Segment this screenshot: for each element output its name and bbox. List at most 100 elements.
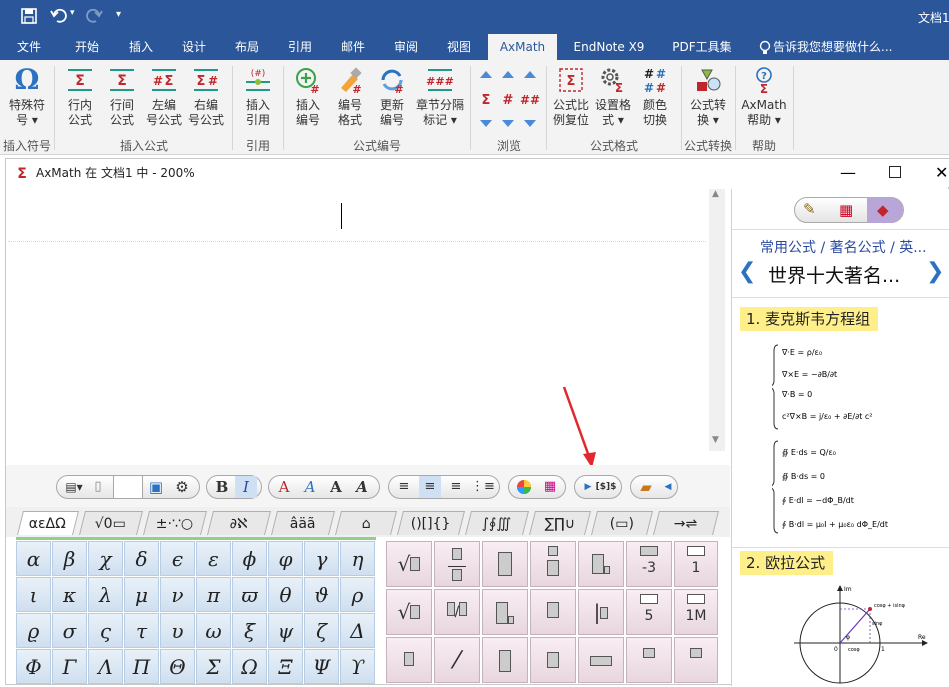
insert-number-button[interactable]: # 插入 编号 [286,66,330,128]
euler-diagram[interactable]: Im Re cosφ + isinφ sinφ cosφ φ 1 0 [790,583,930,687]
maxwell-equations[interactable]: ∇·E = ρ/ε₀ ∇×E = −∂B/∂t ∇·B = 0 c²∇×B = … [772,341,942,537]
greek-symbol-button[interactable]: σ [52,613,87,648]
close-button[interactable]: ✕ [935,159,948,187]
tab-references[interactable]: 引用 [279,34,321,60]
greek-symbol-button[interactable]: ϑ [304,577,339,612]
greek-symbol-button[interactable]: ϵ [160,541,195,576]
template-superscript[interactable] [530,541,576,587]
greek-symbol-button[interactable]: λ [88,577,123,612]
template-box[interactable] [482,541,528,587]
template-slash-fraction[interactable]: / [434,589,480,635]
brush-icon[interactable]: ✎ [803,200,816,218]
font-bold-italic-a-button[interactable]: A [351,476,373,498]
greek-symbol-button[interactable]: ω [196,613,231,648]
template-under-over[interactable] [530,589,576,635]
greek-symbol-button[interactable]: ι [16,577,51,612]
greek-symbol-button[interactable]: μ [124,577,159,612]
template-box-sub[interactable] [530,637,576,683]
color-switch-button[interactable]: # # # # 颜色 切换 [633,66,677,128]
tab-brackets[interactable]: ()[]{} [397,511,465,535]
greek-symbol-button[interactable]: υ [160,613,195,648]
tell-me-search[interactable]: 告诉我您想要做什么... [773,34,903,60]
template-nth-root[interactable]: √ [386,589,432,635]
tab-operators[interactable]: ±·∵○ [143,511,207,535]
greek-symbol-button[interactable]: Λ [88,649,123,684]
greek-symbol-button[interactable]: β [52,541,87,576]
prev-arrow-icon[interactable]: ❮ [738,259,756,284]
greek-symbol-button[interactable]: ϖ [232,577,267,612]
scroll-up-icon[interactable]: ▲ [712,189,719,199]
tab-pdf-tools[interactable]: PDF工具集 [662,34,742,60]
editor-scrollbar[interactable]: ▲ ▼ [709,189,725,451]
template-one[interactable]: 1 [674,541,718,587]
undo-dropdown-icon[interactable]: ▾ [70,8,75,18]
greek-symbol-button[interactable]: δ [124,541,159,576]
greek-symbol-button[interactable]: π [196,577,231,612]
greek-symbol-button[interactable]: α [16,541,51,576]
grid-icon[interactable]: ▦ [839,201,853,219]
set-format-button[interactable]: Σ 设置格 式 ▾ [591,66,635,128]
update-number-button[interactable]: # 更新 编号 [370,66,414,128]
tab-file[interactable]: 文件 [8,34,50,60]
breadcrumb[interactable]: 常用公式 / 著名公式 / 英... [760,237,927,257]
font-bold-a-button[interactable]: A [325,476,347,498]
item-maxwell-title[interactable]: 1. 麦克斯韦方程组 [740,307,879,331]
inline-formula-button[interactable]: Σ 行内 公式 [58,66,102,128]
tab-endnote[interactable]: EndNote X9 [565,34,653,60]
greek-symbol-button[interactable]: Ξ [268,649,303,684]
greek-symbol-button[interactable]: ζ [304,613,339,648]
reset-formula-scale-button[interactable]: Σ 公式比 例复位 [549,66,593,128]
template-wide-box[interactable] [578,637,624,683]
tab-mailings[interactable]: 邮件 [332,34,374,60]
template-sqrt[interactable]: √ [386,541,432,587]
italic-button[interactable]: I [235,476,257,498]
tab-review[interactable]: 审阅 [385,34,427,60]
template-minus3[interactable]: -3 [626,541,672,587]
greek-symbol-button[interactable]: Δ [340,613,375,648]
browse-controls[interactable]: Σ # ## [478,68,542,130]
tab-insert[interactable]: 插入 [120,34,162,60]
tab-integrals[interactable]: ∫∮∭ [465,511,529,535]
style-box[interactable] [113,475,143,499]
greek-symbol-button[interactable]: θ [268,577,303,612]
greek-symbol-button[interactable]: γ [304,541,339,576]
tab-sums[interactable]: ∑∏∪ [529,511,591,535]
align-left-icon[interactable]: ≡ [393,476,415,498]
tab-accents[interactable]: âäã [271,511,335,535]
axmath-help-button[interactable]: ? Σ AxMath 帮助 ▾ [738,66,790,128]
greek-symbol-button[interactable]: κ [52,577,87,612]
chapter-separator-button[interactable]: ### 章节分隔 标记 ▾ [412,66,468,128]
scroll-down-icon[interactable]: ▼ [712,435,719,445]
template-left-root[interactable] [386,637,432,683]
greek-symbol-button[interactable]: φ [268,541,303,576]
color-wheel-icon[interactable] [513,476,535,498]
tab-view[interactable]: 视图 [438,34,480,60]
greek-symbol-button[interactable]: Ω [232,649,267,684]
greek-symbol-button[interactable]: τ [124,613,159,648]
tab-matrices[interactable]: (▭) [591,511,653,535]
tab-design[interactable]: 设计 [173,34,215,60]
page-icon[interactable]: ▯ [87,476,109,498]
left-numbered-formula-button[interactable]: # Σ 左编 号公式 [142,66,186,128]
greek-symbol-button[interactable]: ε [196,541,231,576]
number-format-button[interactable]: # 编号 格式 [328,66,372,128]
tab-layout[interactable]: 布局 [226,34,268,60]
greek-symbol-button[interactable]: ν [160,577,195,612]
greek-symbol-button[interactable]: Φ [16,649,51,684]
formula-editor[interactable] [8,189,706,449]
item-euler-title[interactable]: 2. 欧拉公式 [740,551,834,575]
font-italic-a-button[interactable]: A [299,476,321,498]
template-corner[interactable] [626,637,672,683]
greek-symbol-button[interactable]: η [340,541,375,576]
menu-icon[interactable]: ▤▾ [63,476,85,498]
template-right-sub[interactable] [578,541,624,587]
bold-button[interactable]: B [211,476,233,498]
tab-greek[interactable]: αεΔΩ [17,511,79,535]
greek-symbol-button[interactable]: Ψ [304,649,339,684]
greek-symbol-button[interactable]: ϕ [232,541,267,576]
template-fraction[interactable] [434,541,480,587]
greek-symbol-button[interactable]: Θ [160,649,195,684]
template-onem[interactable]: 1M [674,589,718,635]
greek-symbol-button[interactable]: Π [124,649,159,684]
align-right-icon[interactable]: ≡ [445,476,467,498]
